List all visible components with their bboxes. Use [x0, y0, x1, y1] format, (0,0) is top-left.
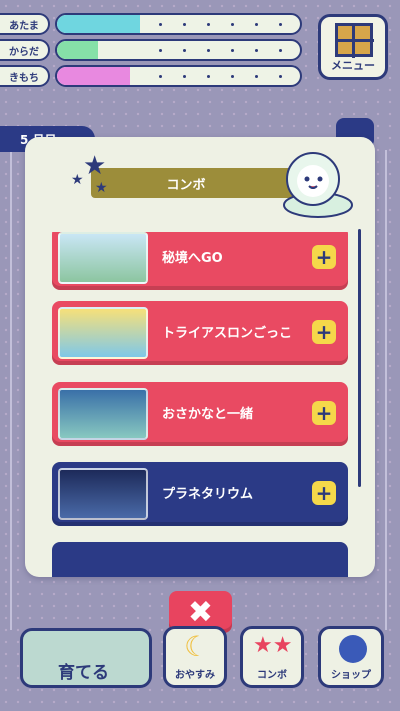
stat-bar: [55, 65, 302, 87]
combo-item-osakana[interactable]: おさかなと一緒 +: [52, 382, 348, 446]
stat-label: あたま: [0, 13, 50, 35]
nav-shop-label: ショップ: [331, 670, 371, 681]
combo-thumbnail: [58, 388, 148, 440]
nav-rest-button[interactable]: ☾ おやすみ: [163, 626, 227, 688]
mascot-icon: [283, 152, 353, 218]
stat-label: きもち: [0, 65, 50, 87]
combo-thumbnail: [58, 468, 148, 520]
combo-item-next[interactable]: [52, 542, 348, 577]
combo-name: おさかなと一緒: [162, 406, 254, 422]
combo-name: プラネタリウム: [162, 486, 254, 502]
stat-karada: からだ: [0, 39, 302, 61]
add-button[interactable]: +: [312, 401, 336, 425]
menu-button[interactable]: メニュー: [318, 14, 388, 80]
stat-label: からだ: [0, 39, 50, 61]
combo-name: トライアスロンごっこ: [162, 325, 293, 341]
star-icon: ★: [83, 151, 107, 181]
nav-rest-label: おやすみ: [175, 670, 215, 681]
stat-bar: [55, 13, 302, 35]
stat-ticks: [57, 41, 300, 59]
add-button[interactable]: +: [312, 245, 336, 269]
planet-icon: [339, 635, 367, 663]
moon-icon: ☾: [184, 630, 210, 663]
nav-raise-label: 育てる: [58, 663, 109, 683]
stat-kimochi: きもち: [0, 65, 302, 87]
star-icon: ★★: [253, 633, 293, 658]
menu-label: メニュー: [331, 59, 375, 72]
combo-list[interactable]: 秘境へGO + トライアスロンごっこ + おさかなと一緒 + プラネタリウム +: [52, 232, 348, 577]
combo-thumbnail: [58, 307, 148, 359]
combo-name: 秘境へGO: [162, 250, 223, 266]
nav-combo-button[interactable]: ★★ コンボ: [240, 626, 304, 688]
combo-item-hikyou[interactable]: 秘境へGO +: [52, 232, 348, 290]
scrollbar[interactable]: [358, 229, 361, 487]
combo-item-planetarium[interactable]: プラネタリウム +: [52, 462, 348, 526]
star-icon: ★: [95, 180, 108, 196]
nav-raise-button[interactable]: 育てる: [20, 628, 152, 688]
nav-shop-button[interactable]: ショップ: [318, 626, 384, 688]
add-button[interactable]: +: [312, 320, 336, 344]
combo-panel: コンボ ★ ★ ★ 秘境へGO + トライアスロンごっこ + おさかなと一緒 +…: [25, 137, 375, 577]
add-button[interactable]: +: [312, 481, 336, 505]
stat-atama: あたま: [0, 13, 302, 35]
star-icon: ★: [71, 172, 84, 188]
combo-item-triathlon[interactable]: トライアスロンごっこ +: [52, 301, 348, 365]
combo-thumbnail: [58, 232, 148, 284]
window-grid-icon: [335, 23, 374, 58]
room-wall-line: [385, 150, 387, 630]
stat-ticks: [57, 15, 300, 33]
room-wall-line: [10, 150, 12, 630]
nav-combo-label: コンボ: [257, 670, 287, 681]
stat-bar: [55, 39, 302, 61]
stat-ticks: [57, 67, 300, 85]
